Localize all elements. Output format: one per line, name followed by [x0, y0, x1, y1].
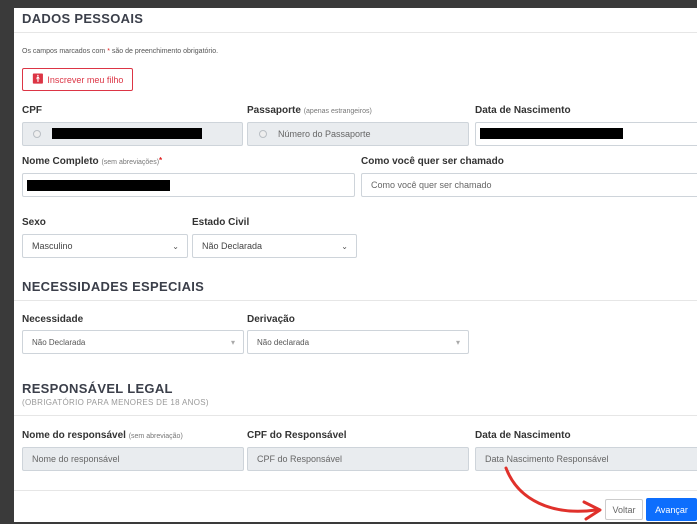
fullname-field[interactable] [22, 173, 355, 197]
guardian-cpf-placeholder: CPF do Responsável [257, 454, 343, 464]
birthdate-field[interactable] [475, 122, 697, 146]
section-title-dados-pessoais: DADOS PESSOAIS [22, 11, 144, 26]
guardian-cpf-label: CPF do Responsável [247, 430, 347, 441]
derivation-label: Derivação [247, 314, 295, 325]
passport-field[interactable]: Número do Passaporte [247, 122, 469, 146]
sex-value: Masculino [32, 241, 73, 251]
redacted-fullname [27, 180, 170, 191]
passport-label-text: Passaporte [247, 105, 301, 116]
need-value: Não Declarada [32, 337, 86, 347]
annotation-arrow [504, 466, 602, 521]
passport-label: Passaporte (apenas estrangeiros) [247, 105, 372, 116]
required-note-text-2: são de preenchimento obrigatório. [111, 48, 219, 55]
need-label: Necessidade [22, 314, 84, 325]
nickname-label: Como você quer ser chamado [361, 156, 504, 167]
enroll-child-label: Inscrever meu filho [47, 74, 124, 85]
required-note-text: Os campos marcados com [22, 48, 106, 55]
guardian-birth-label: Data de Nascimento [475, 430, 571, 441]
civil-status-label: Estado Civil [192, 217, 250, 228]
guardian-cpf-field[interactable]: CPF do Responsável [247, 447, 469, 471]
nickname-field[interactable]: Como você quer ser chamado [361, 173, 697, 197]
section-title-necessidades: NECESSIDADES ESPECIAIS [22, 279, 205, 294]
guardian-name-label: Nome do responsável (sem abreviação) [22, 430, 183, 441]
divider [14, 32, 697, 33]
redacted-cpf [52, 128, 202, 139]
child-icon: 🚹︎ [31, 74, 45, 85]
passport-hint: (apenas estrangeiros) [303, 108, 372, 115]
enroll-child-button[interactable]: 🚹︎ Inscrever meu filho [22, 68, 133, 91]
chevron-down-icon: ⌄ [341, 241, 348, 251]
redacted-birthdate [480, 128, 623, 139]
guardian-name-field[interactable]: Nome do responsável [22, 447, 244, 471]
nickname-placeholder: Como você quer ser chamado [371, 180, 492, 190]
guardian-name-hint: (sem abreviação) [128, 433, 183, 440]
guardian-name-placeholder: Nome do responsável [32, 454, 120, 464]
passport-placeholder: Número do Passaporte [278, 129, 371, 139]
section-subtitle-responsavel: (OBRIGATÓRIO PARA MENORES DE 18 ANOS) [22, 398, 209, 407]
chevron-down-icon: ▾ [455, 337, 460, 347]
next-button[interactable]: Avançar [646, 498, 697, 521]
passport-radio[interactable] [259, 130, 267, 138]
required-note: Os campos marcados com * são de preenchi… [22, 48, 218, 55]
fullname-label: Nome Completo (sem abreviações)* [22, 156, 162, 167]
sex-select[interactable]: Masculino ⌄ [22, 234, 188, 258]
section-title-responsavel: RESPONSÁVEL LEGAL [22, 381, 173, 396]
required-star: * [107, 48, 110, 55]
civil-status-value: Não Declarada [202, 241, 263, 251]
back-button[interactable]: Voltar [605, 499, 643, 520]
cpf-label: CPF [22, 105, 42, 116]
chevron-down-icon: ▾ [230, 337, 235, 347]
derivation-value: Não declarada [257, 337, 310, 347]
derivation-select[interactable]: Não declarada ▾ [247, 330, 469, 354]
divider [14, 300, 697, 301]
divider [14, 415, 697, 416]
fullname-hint: (sem abreviações) [101, 159, 160, 166]
fullname-required-star: * [159, 156, 163, 165]
fullname-label-text: Nome Completo [22, 156, 99, 167]
need-select[interactable]: Não Declarada ▾ [22, 330, 244, 354]
civil-status-select[interactable]: Não Declarada ⌄ [192, 234, 357, 258]
cpf-radio[interactable] [33, 130, 41, 138]
guardian-name-label-text: Nome do responsável [22, 430, 126, 441]
cpf-field[interactable] [22, 122, 243, 146]
chevron-down-icon: ⌄ [172, 241, 179, 251]
form-panel: DADOS PESSOAIS Os campos marcados com * … [14, 8, 697, 522]
sex-label: Sexo [22, 217, 46, 228]
birthdate-label: Data de Nascimento [475, 105, 571, 116]
